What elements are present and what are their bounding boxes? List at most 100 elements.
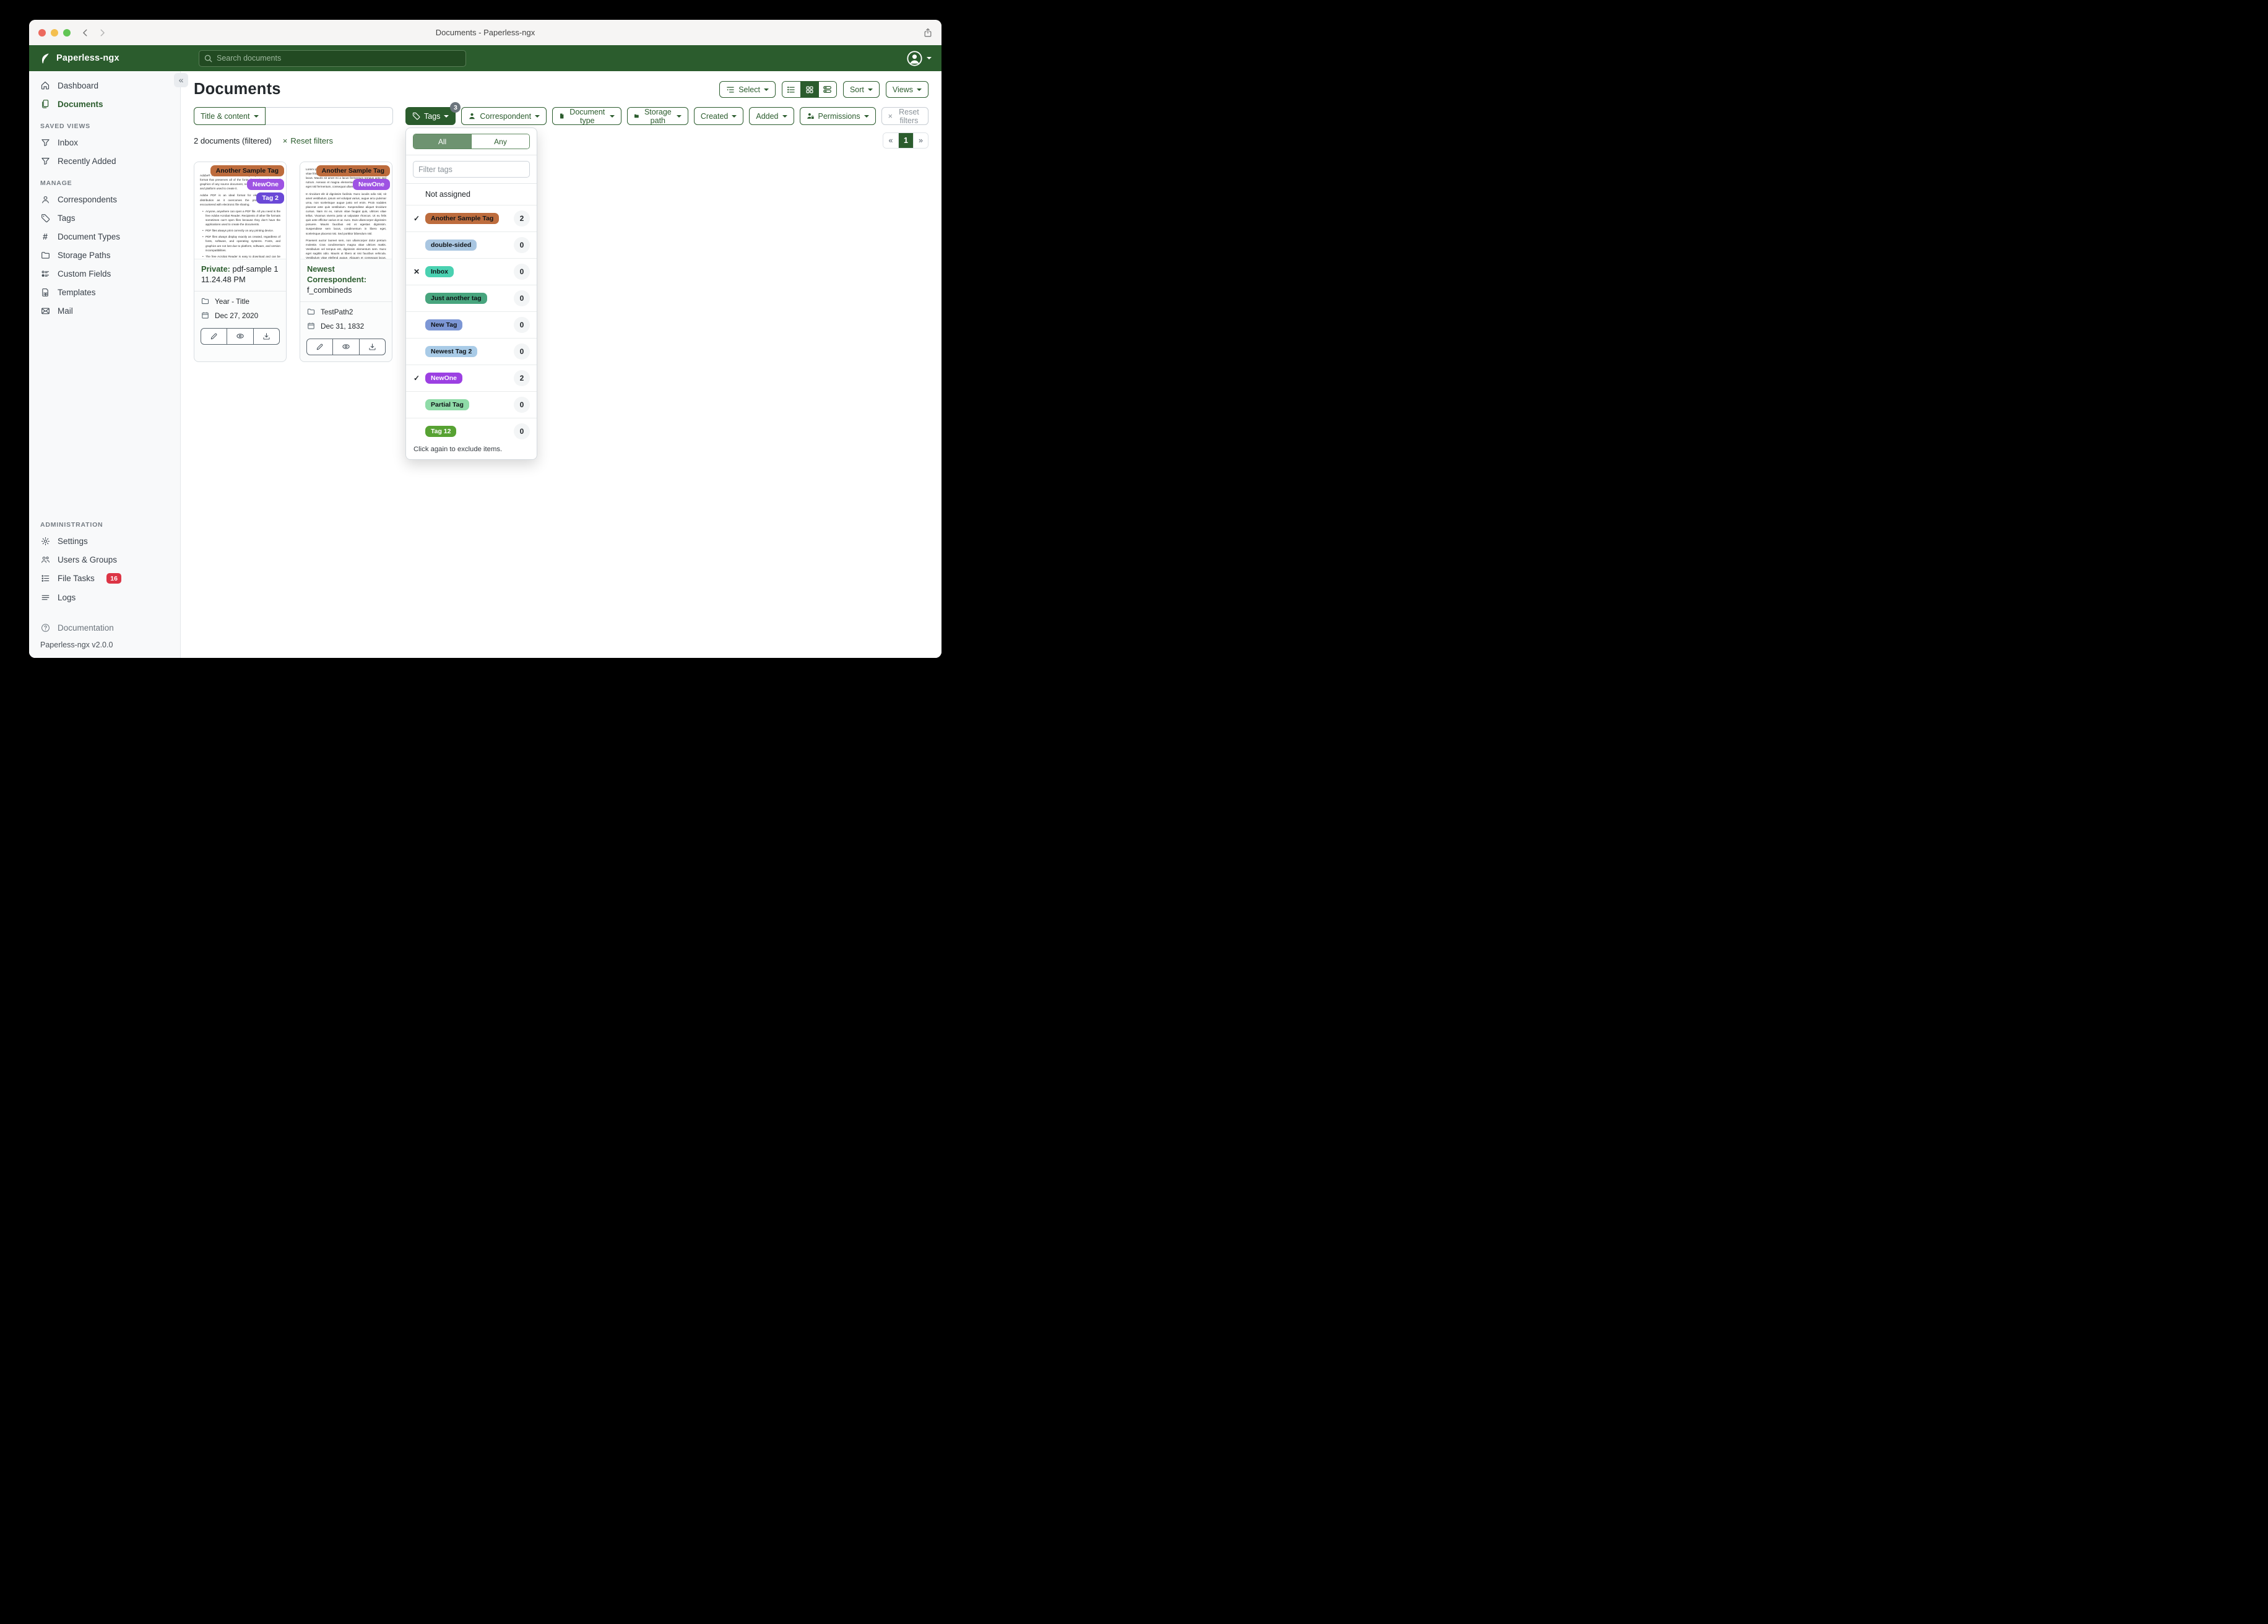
view-button[interactable] [227,327,254,345]
sidebar-item-file-tasks[interactable]: File Tasks 16 [29,569,180,588]
page-1-button[interactable]: 1 [898,133,913,148]
preview-bullet: The free Acrobat Reader is easy to downl… [202,254,280,259]
tag-option[interactable]: ✕ Inbox 0 [406,258,537,285]
zoom-window-button[interactable] [63,28,71,37]
tag-pill: Inbox [425,266,454,277]
sidebar-item-dashboard[interactable]: Dashboard [29,76,180,95]
sidebar-item-templates[interactable]: Templates [29,283,180,301]
download-button[interactable] [253,327,280,345]
tag-pill[interactable]: NewOne [352,179,390,190]
sort-button[interactable]: Sort [842,81,880,98]
added-filter-button[interactable]: Added [749,107,794,125]
sidebar-item-label: Storage Paths [58,250,111,260]
tag-option[interactable]: Just another tag 0 [406,285,537,311]
correspondent-prefix: Newest Correspondent: [307,264,366,284]
created-filter-button[interactable]: Created [693,107,744,125]
sidebar-item-correspondents[interactable]: Correspondents [29,190,180,209]
sidebar-item-logs[interactable]: Logs [29,588,180,607]
tags-dropdown-hint: Click again to exclude items. [413,446,503,453]
sidebar-item-label: Custom Fields [58,269,111,279]
sidebar-item-inbox[interactable]: Inbox [29,133,180,152]
tag-pill: Another Sample Tag [425,213,500,224]
tag-option[interactable]: ✓ NewOne 2 [406,365,537,391]
sidebar-item-custom-fields[interactable]: Custom Fields [29,264,180,283]
created-label: Created [700,111,729,121]
document-title[interactable]: Private: pdf-sample 1 11.24.48 PM [194,259,286,292]
close-window-button[interactable] [38,28,46,37]
permissions-filter-button[interactable]: Permissions [799,107,876,125]
forward-icon[interactable] [98,28,106,37]
sidebar-item-tags[interactable]: Tags [29,209,180,227]
document-title[interactable]: Newest Correspondent: f_combineds [300,259,392,302]
storage-path-row: TestPath2 [307,308,385,316]
page-title: Documents [194,80,281,98]
card-actions [201,327,280,345]
storage-path-filter-button[interactable]: Storage path [627,107,688,125]
sidebar-item-mail[interactable]: Mail [29,301,180,320]
views-label: Views [892,85,913,94]
tag-option[interactable]: double-sided 0 [406,231,537,258]
download-button[interactable] [359,338,386,355]
sidebar-item-document-types[interactable]: # Document Types [29,227,180,246]
reset-filters-button[interactable]: × Reset filters [881,107,928,125]
tags-match-all-button[interactable]: All [413,134,471,149]
sidebar-item-documentation[interactable]: Documentation [29,618,180,637]
prev-page-button[interactable]: « [883,133,898,148]
tag-option[interactable]: Partial Tag 0 [406,391,537,418]
share-icon[interactable] [923,28,933,38]
tag-pill[interactable]: Another Sample Tag [316,165,390,176]
sidebar-item-storage-paths[interactable]: Storage Paths [29,246,180,264]
eye-icon [342,344,350,349]
document-type-filter-button[interactable]: Document type [552,107,622,125]
select-button[interactable]: Select [719,81,776,98]
edit-button[interactable] [201,327,228,345]
document-card[interactable]: Another Sample Tag NewOne Lorem ipsum do… [300,162,392,362]
sidebar-item-settings[interactable]: Settings [29,532,180,550]
views-button[interactable]: Views [885,81,928,98]
next-page-button[interactable]: » [913,133,928,148]
title-content-selector-button[interactable]: Title & content [194,107,266,125]
document-card[interactable]: Another Sample Tag NewOne Tag 2 Adobe Ac… [194,162,287,362]
back-icon[interactable] [81,28,90,37]
tag-option[interactable]: ✓ Another Sample Tag 2 [406,205,537,231]
correspondent-filter-button[interactable]: Correspondent [461,107,547,125]
brand[interactable]: Paperless-ngx [39,53,199,64]
tag-option[interactable]: New Tag 0 [406,311,537,338]
sidebar-item-documents[interactable]: Documents [29,95,180,113]
tag-pill[interactable]: Another Sample Tag [210,165,284,176]
title-rest: pdf-sample 1 [230,264,279,274]
tag-count: 2 [514,370,530,386]
minimize-window-button[interactable] [51,28,58,37]
tag-option[interactable]: Tag 12 0 [406,418,537,444]
chevron-down-icon [782,114,787,118]
tag-option[interactable]: Newest Tag 2 0 [406,338,537,365]
tags-match-any-button[interactable]: Any [471,134,529,149]
users-icon [40,555,50,564]
reset-filters-link[interactable]: × Reset filters [283,136,333,145]
sidebar-item-recently-added[interactable]: Recently Added [29,152,180,170]
tag-count: 2 [514,210,530,227]
tags-filter-label: Tags [424,111,441,121]
pencil-icon [316,343,323,350]
sidebar-collapse-button[interactable]: « [174,73,188,87]
tag-option-not-assigned[interactable]: Not assigned [406,184,537,205]
edit-button[interactable] [306,338,334,355]
search-input[interactable] [199,50,466,67]
funnel-icon [40,137,50,147]
sidebar-item-label: Correspondents [58,194,118,204]
macos-titlebar: Documents - Paperless-ngx [29,20,941,45]
filter-tags-input[interactable] [413,161,530,178]
tags-filter-button[interactable]: Tags [405,107,456,125]
detail-view-button[interactable] [818,82,836,97]
tag-pill[interactable]: Tag 2 [256,192,284,204]
user-menu[interactable] [906,50,932,67]
list-view-button[interactable] [782,82,800,97]
sidebar-item-label: Mail [58,306,73,316]
sidebar-item-label: Templates [58,287,96,297]
tag-pill[interactable]: NewOne [246,179,284,190]
grid-view-button[interactable] [800,82,818,97]
title-content-search-input[interactable] [266,107,393,125]
created-date-value: Dec 31, 1832 [321,321,365,330]
sidebar-item-users-groups[interactable]: Users & Groups [29,550,180,569]
view-button[interactable] [333,338,360,355]
